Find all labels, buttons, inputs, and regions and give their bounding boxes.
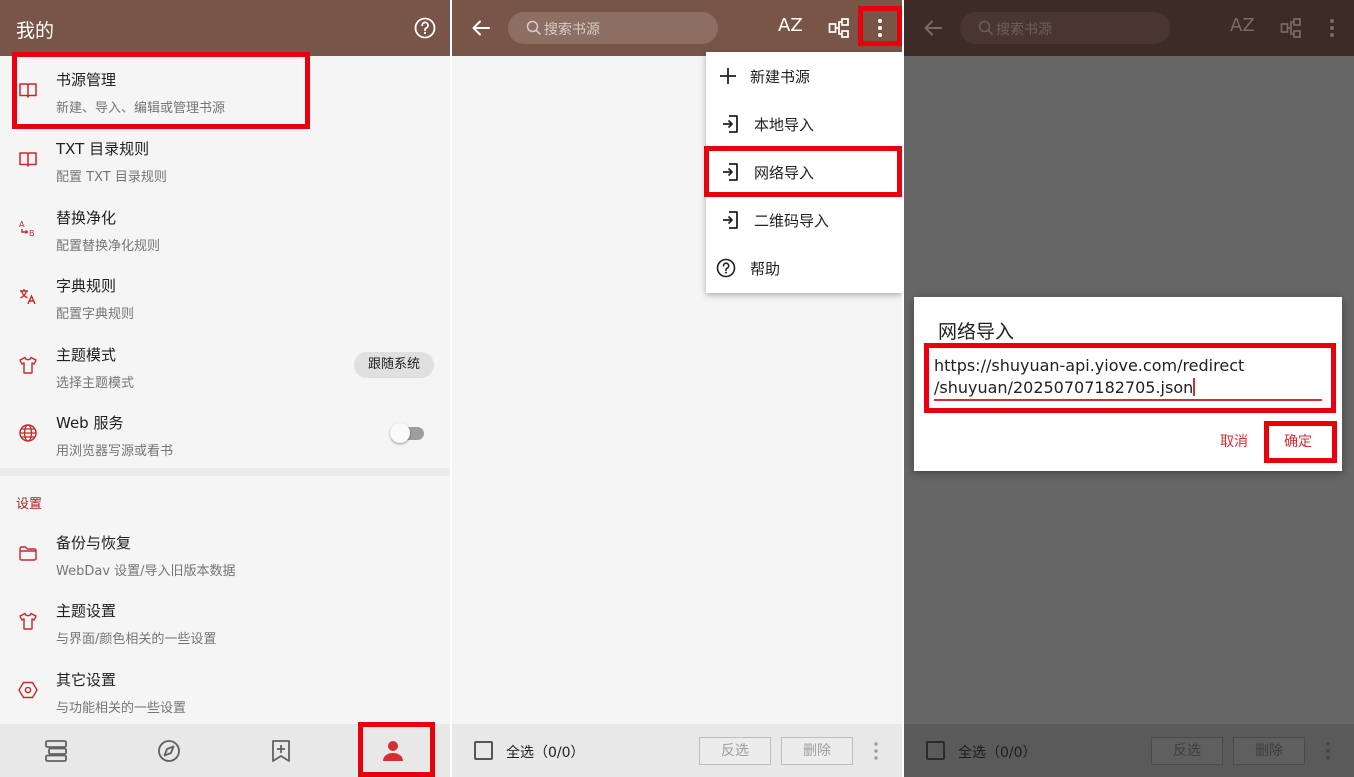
bookshelf-icon[interactable]	[43, 738, 69, 764]
network-import-panel: 搜索书源 AZ 网络导入 https://shuyuan-api.yiove.c…	[904, 0, 1354, 777]
menu-item-subtitle: 与功能相关的一些设置	[56, 701, 187, 716]
menu-help[interactable]: 帮助	[706, 244, 902, 292]
selection-bar: 全选（0/0） 反选 删除	[452, 724, 902, 777]
my-page-toolbar: 我的	[0, 0, 450, 56]
import-icon	[720, 114, 740, 134]
menu-item-replace[interactable]: AB 替换净化 配置替换净化规则	[0, 194, 450, 262]
menu-item-subtitle: 配置字典规则	[56, 307, 135, 322]
more-vert-icon	[1324, 741, 1332, 761]
compass-icon[interactable]	[156, 738, 182, 764]
import-icon	[720, 210, 740, 230]
sort-az-button: AZ	[1230, 15, 1255, 36]
menu-item-title: 主题设置	[56, 602, 117, 620]
plus-icon	[718, 66, 738, 86]
page-title: 我的	[16, 20, 55, 42]
delete-button[interactable]: 删除	[781, 737, 853, 765]
group-icon	[1280, 17, 1302, 39]
menu-item-subtitle: 与界面/颜色相关的一些设置	[56, 632, 217, 647]
settings-section-label: 设置	[16, 497, 43, 512]
dimmed-selection-bar: 全选（0/0） 反选 删除	[904, 724, 1354, 777]
folder-icon	[18, 543, 38, 563]
invert-selection-button: 反选	[1151, 737, 1223, 765]
section-divider	[0, 468, 450, 476]
svg-text:A: A	[19, 220, 25, 229]
menu-item-title: 主题模式	[56, 346, 117, 364]
search-icon	[978, 20, 994, 36]
back-arrow-icon	[922, 17, 944, 39]
select-all-checkbox	[926, 741, 945, 760]
cancel-button[interactable]: 取消	[1220, 431, 1248, 451]
tshirt-icon	[18, 611, 38, 631]
menu-label: 二维码导入	[754, 212, 830, 230]
menu-label: 帮助	[750, 260, 781, 278]
replace-ab-icon: AB	[18, 218, 38, 238]
hexagon-settings-icon	[18, 680, 38, 700]
menu-item-subtitle: 配置 TXT 目录规则	[56, 170, 167, 185]
search-input[interactable]: 搜索书源	[508, 12, 718, 44]
menu-item-dictionary[interactable]: 字典规则 配置字典规则	[0, 262, 450, 330]
svg-text:B: B	[29, 229, 35, 238]
menu-item-backup[interactable]: 备份与恢复 WebDav 设置/导入旧版本数据	[0, 519, 450, 587]
highlight-box-book-source	[12, 52, 310, 129]
menu-new-source[interactable]: 新建书源	[706, 52, 902, 100]
book-open-icon	[18, 149, 38, 169]
menu-item-title: 其它设置	[56, 671, 117, 689]
delete-button: 删除	[1233, 737, 1305, 765]
book-source-manager-panel: 搜索书源 AZ 新建书源 本地导入 网络导入 二维码导入 帮助 全选（0/0）	[452, 0, 902, 777]
translate-icon	[18, 286, 38, 306]
menu-qr-import[interactable]: 二维码导入	[706, 196, 902, 244]
menu-item-theme-settings[interactable]: 主题设置 与界面/颜色相关的一些设置	[0, 587, 450, 655]
highlight-box-profile-tab	[358, 722, 435, 777]
highlight-box-url-input	[924, 343, 1336, 413]
highlight-box-confirm	[1264, 421, 1337, 463]
menu-local-import[interactable]: 本地导入	[706, 100, 902, 148]
source-manager-toolbar: 搜索书源 AZ	[452, 0, 902, 56]
toggle-thumb	[390, 423, 410, 443]
menu-item-title: Web 服务	[56, 414, 124, 432]
my-page-panel: 我的 书源管理 新建、导入、编辑或管理书源 TXT 目录规则 配置 TXT 目录…	[0, 0, 450, 777]
web-service-toggle[interactable]	[390, 423, 424, 443]
menu-item-subtitle: 用浏览器写源或看书	[56, 444, 174, 459]
more-vert-icon[interactable]	[872, 741, 880, 761]
search-placeholder: 搜索书源	[996, 22, 1052, 38]
menu-label: 本地导入	[754, 116, 815, 134]
invert-selection-button[interactable]: 反选	[699, 737, 771, 765]
menu-item-title: 字典规则	[56, 277, 117, 295]
dialog-title: 网络导入	[938, 321, 1015, 343]
menu-item-subtitle: WebDav 设置/导入旧版本数据	[56, 564, 236, 579]
select-all-label: 全选（0/0）	[958, 745, 1037, 761]
menu-label: 新建书源	[750, 68, 811, 86]
search-icon	[526, 20, 542, 36]
menu-item-title: 备份与恢复	[56, 534, 132, 552]
menu-item-title: 替换净化	[56, 209, 117, 227]
menu-item-subtitle: 选择主题模式	[56, 376, 135, 391]
help-circle-icon[interactable]	[414, 17, 436, 39]
globe-icon	[18, 423, 38, 443]
highlight-box-network-import	[704, 146, 902, 197]
menu-item-other-settings[interactable]: 其它设置 与功能相关的一些设置	[0, 656, 450, 724]
dimmed-toolbar: 搜索书源 AZ	[904, 0, 1354, 56]
help-circle-icon	[716, 258, 736, 278]
sort-az-button[interactable]: AZ	[778, 15, 803, 36]
back-arrow-icon[interactable]	[470, 17, 492, 39]
menu-item-web-service[interactable]: Web 服务 用浏览器写源或看书	[0, 399, 450, 467]
select-all-label: 全选（0/0）	[506, 745, 585, 761]
more-vert-icon	[1323, 17, 1341, 39]
group-icon[interactable]	[828, 17, 850, 39]
highlight-box-more-menu	[858, 6, 902, 46]
search-input: 搜索书源	[960, 12, 1170, 44]
bookmark-add-icon[interactable]	[268, 738, 294, 764]
theme-mode-value-chip[interactable]: 跟随系统	[354, 352, 434, 378]
search-placeholder: 搜索书源	[544, 22, 600, 38]
tshirt-icon	[18, 355, 38, 375]
menu-item-txt-rules[interactable]: TXT 目录规则 配置 TXT 目录规则	[0, 125, 450, 193]
select-all-checkbox[interactable]	[474, 741, 493, 760]
menu-item-subtitle: 配置替换净化规则	[56, 239, 161, 254]
menu-item-title: TXT 目录规则	[56, 140, 150, 158]
